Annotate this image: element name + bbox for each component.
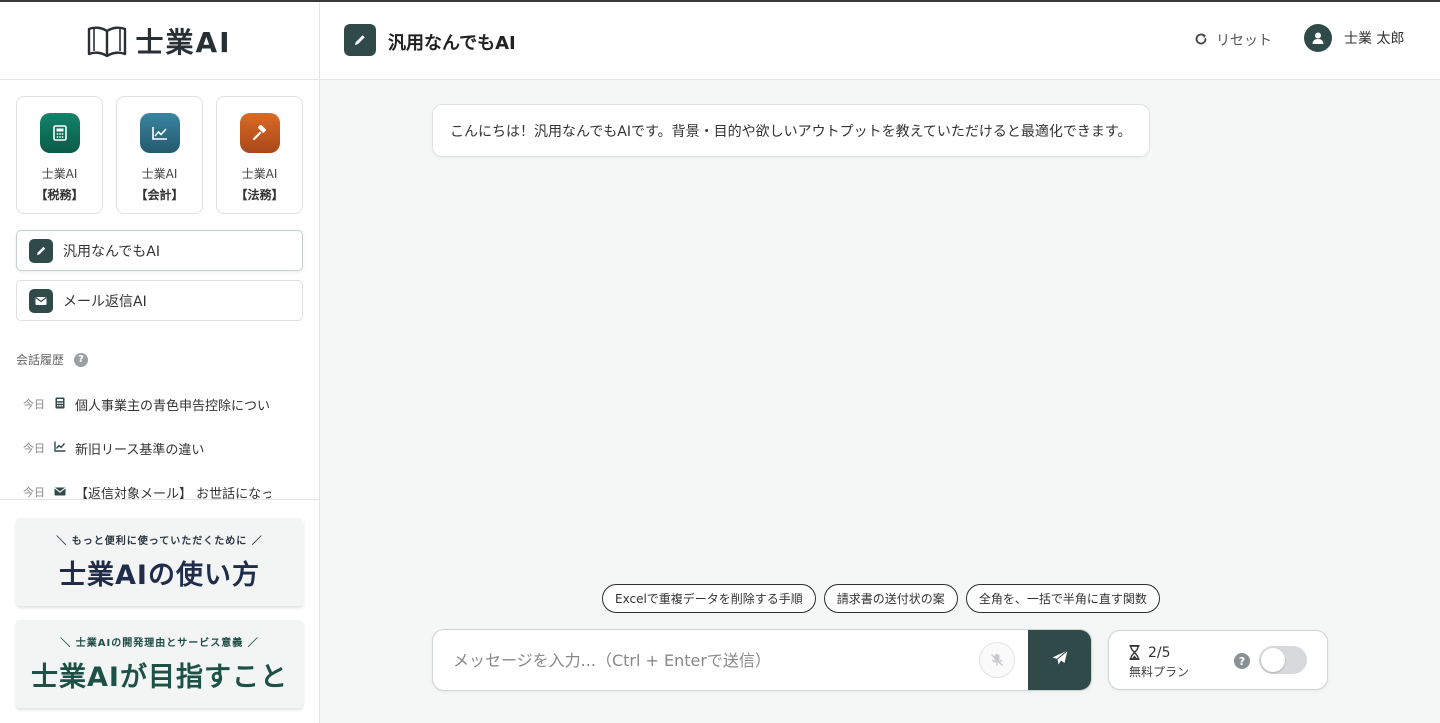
user-menu[interactable]: 士業 太郎 <box>1304 24 1404 52</box>
envelope-icon <box>53 485 67 499</box>
banner-vision-title: 士業AIが目指すこと <box>31 662 288 693</box>
history-day: 今日 <box>23 398 45 411</box>
message-composer <box>432 629 1092 691</box>
history-section-title: 会話履歴 ? <box>16 351 303 368</box>
banner-how-to-use[interactable]: ＼ もっと便利に使っていただくために ／ 士業AIの使い方 <box>16 518 303 606</box>
hourglass-icon <box>1129 645 1140 664</box>
nav-general-ai[interactable]: 汎用なんでもAI <box>16 230 303 271</box>
toggle-knob <box>1261 648 1285 672</box>
user-avatar-icon <box>1304 24 1332 52</box>
suggestion-chip[interactable]: 全角を、一括で半角に直す関数 <box>965 584 1160 613</box>
book-icon <box>87 24 127 58</box>
banner-vision-sub: ＼ 士業AIの開発理由とサービス意義 ／ <box>60 638 259 649</box>
history-text: 個人事業主の青色申告控除について教 <box>75 398 271 414</box>
calculator-icon <box>39 113 80 153</box>
user-name: 士業 太郎 <box>1344 31 1405 47</box>
banner-how-to-use-sub: ＼ もっと便利に使っていただくために ／ <box>56 536 263 547</box>
chat-area: こんにちは！汎用なんでもAIです。背景・目的や欲しいアウトプットを教えていただけ… <box>320 80 1440 723</box>
history-item[interactable]: 今日 個人事業主の青色申告控除について教 <box>0 382 319 426</box>
quota-count: 2/5 <box>1148 645 1171 661</box>
logo-text: 士業AI <box>135 25 232 59</box>
history-title: 会話履歴 <box>16 353 65 367</box>
chart-line-icon <box>139 113 180 153</box>
plan-toggle[interactable] <box>1259 646 1307 674</box>
history-day: 今日 <box>23 442 45 455</box>
reset-button[interactable]: リセット <box>1194 30 1272 50</box>
usage-quota: 2/5 無料プラン ? <box>1108 630 1328 690</box>
pencil-icon <box>29 238 53 263</box>
reset-label: リセット <box>1216 33 1272 49</box>
logo[interactable]: 士業AI <box>0 2 319 80</box>
suggestion-chips: Excelで重複データを削除する手順 請求書の送付状の案 全角を、一括で半角に直… <box>602 584 1160 613</box>
history-day: 今日 <box>23 486 45 499</box>
history-list: 今日 個人事業主の青色申告控除について教 今日 新旧リース基準の違い 今日 【返… <box>0 382 319 514</box>
card-legal-line2: 【法務】 <box>235 188 284 202</box>
calculator-icon <box>53 397 67 412</box>
assistant-message: こんにちは！汎用なんでもAIです。背景・目的や欲しいアウトプットを教えていただけ… <box>432 104 1150 157</box>
banner-vision[interactable]: ＼ 士業AIの開発理由とサービス意義 ／ 士業AIが目指すこと <box>16 620 303 708</box>
card-legal[interactable]: 士業AI 【法務】 <box>216 96 303 214</box>
card-legal-line1: 士業AI <box>241 167 278 181</box>
sidebar: 士業AI 士業AI 【税務】 士業AI 【会計】 士業AI 【法務】 汎用なんで… <box>0 2 320 723</box>
suggestion-chip[interactable]: Excelで重複データを削除する手順 <box>602 584 816 613</box>
banner-area: ＼ もっと便利に使っていただくために ／ 士業AIの使い方 ＼ 士業AIの開発理… <box>0 499 319 723</box>
history-text: 新旧リース基準の違い <box>75 442 205 458</box>
card-accounting[interactable]: 士業AI 【会計】 <box>116 96 203 214</box>
help-icon[interactable]: ? <box>1234 653 1250 669</box>
message-input[interactable] <box>433 630 973 690</box>
suggestion-chip[interactable]: 請求書の送付状の案 <box>823 584 958 613</box>
chart-line-icon <box>53 441 67 455</box>
banner-how-to-use-title: 士業AIの使い方 <box>59 560 260 591</box>
nav-mail-reply-ai-label: メール返信AI <box>63 293 147 310</box>
help-icon[interactable]: ? <box>74 352 89 367</box>
nav-general-ai-label: 汎用なんでもAI <box>63 243 161 260</box>
microphone-off-icon[interactable] <box>979 642 1015 678</box>
nav-mail-reply-ai[interactable]: メール返信AI <box>16 280 303 321</box>
send-icon <box>1051 649 1069 671</box>
specialist-cards: 士業AI 【税務】 士業AI 【会計】 士業AI 【法務】 <box>0 80 319 214</box>
gavel-icon <box>239 113 280 153</box>
card-tax[interactable]: 士業AI 【税務】 <box>16 96 103 214</box>
pencil-icon <box>344 24 376 56</box>
history-item[interactable]: 今日 新旧リース基準の違い <box>0 426 319 470</box>
header: 汎用なんでもAI リセット 士業 太郎 <box>320 2 1440 80</box>
plan-label: 無料プラン <box>1129 665 1190 679</box>
card-accounting-line1: 士業AI <box>141 167 178 181</box>
card-accounting-line2: 【会計】 <box>135 188 184 202</box>
card-tax-line2: 【税務】 <box>35 188 84 202</box>
card-tax-line1: 士業AI <box>41 167 78 181</box>
page-title: 汎用なんでもAI <box>388 33 516 54</box>
envelope-icon <box>29 288 53 313</box>
send-button[interactable] <box>1028 630 1091 690</box>
refresh-icon <box>1194 31 1208 50</box>
